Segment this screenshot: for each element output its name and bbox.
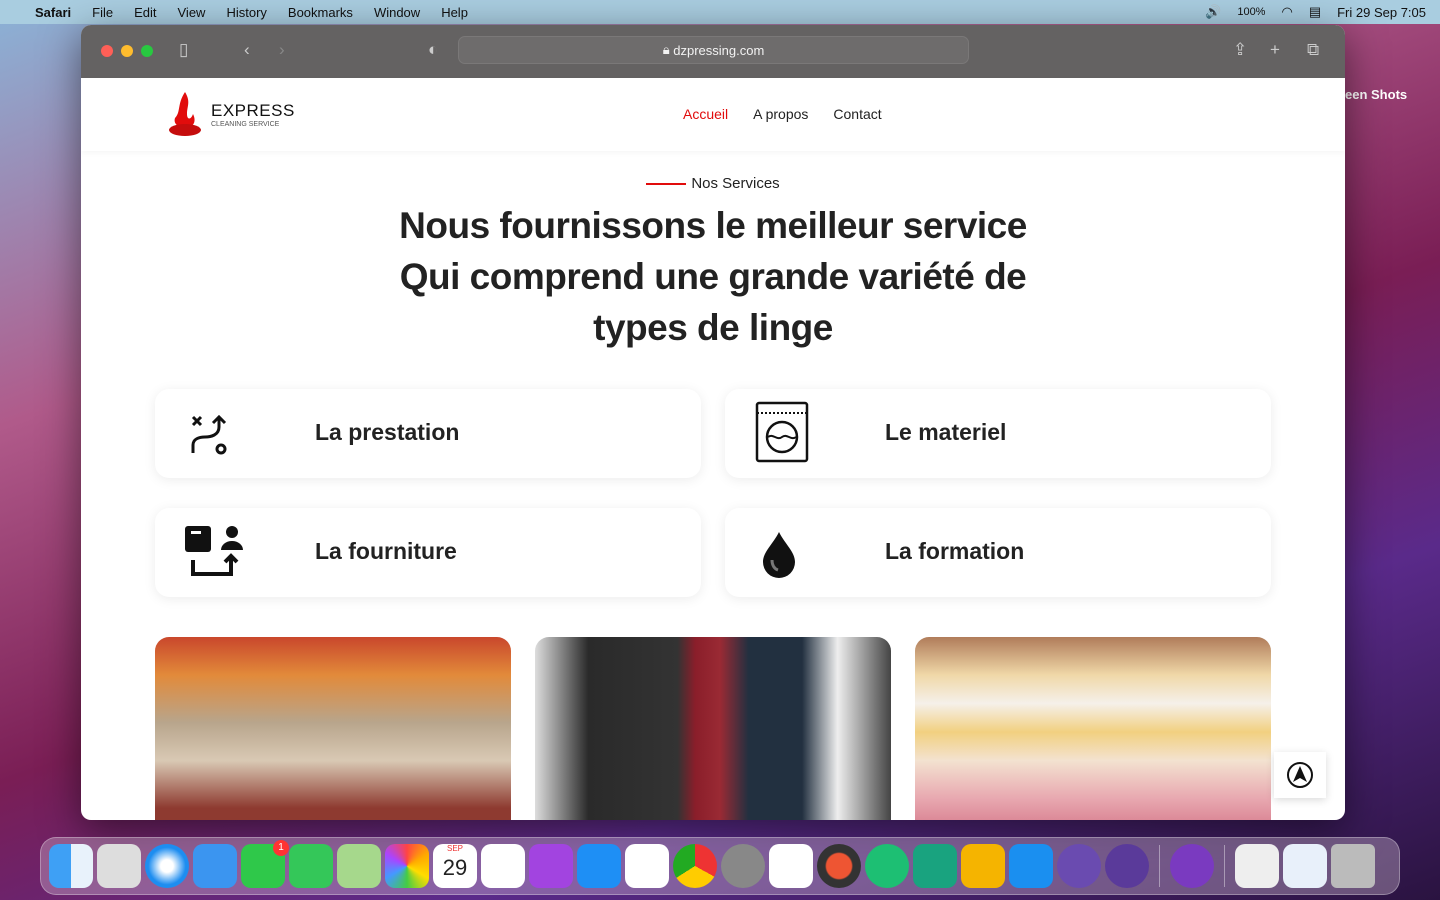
trash-icon[interactable]	[1331, 844, 1375, 888]
back-icon[interactable]: ‹	[244, 40, 250, 60]
photo-rugs-room[interactable]	[535, 637, 891, 820]
menu-bar: Safari File Edit View History Bookmarks …	[0, 0, 1440, 24]
service-title: La prestation	[315, 419, 460, 445]
lock-icon: 🔒︎	[662, 42, 674, 57]
menu-file[interactable]: File	[92, 5, 113, 20]
menu-edit[interactable]: Edit	[134, 5, 156, 20]
address-bar[interactable]: 🔒︎ dzpressing.com	[458, 36, 969, 64]
menu-window[interactable]: Window	[374, 5, 420, 20]
dock-separator	[1224, 845, 1225, 887]
service-card-prestation[interactable]: La prestation	[155, 389, 701, 478]
recent-document-icon[interactable]	[1283, 844, 1327, 888]
chrome-icon[interactable]	[673, 844, 717, 888]
nav-a-propos[interactable]: A propos	[753, 106, 808, 122]
menu-history[interactable]: History	[226, 5, 266, 20]
photo-carpets[interactable]	[155, 637, 511, 820]
app-store-icon[interactable]	[577, 844, 621, 888]
photo-folded-linen[interactable]	[915, 637, 1271, 820]
chatgpt-icon[interactable]	[913, 844, 957, 888]
system-settings-icon[interactable]	[721, 844, 765, 888]
podcasts-icon[interactable]	[529, 844, 573, 888]
fiverr-icon[interactable]	[865, 844, 909, 888]
podcast-app-icon[interactable]	[1057, 844, 1101, 888]
screen-recorder-icon[interactable]	[1009, 844, 1053, 888]
control-center-icon[interactable]: ▤	[1309, 4, 1321, 20]
heading-line: Qui comprend une grande variété de	[399, 256, 1027, 297]
service-title: La fourniture	[315, 538, 457, 564]
section-heading: Nous fournissons le meilleur service Qui …	[81, 200, 1345, 353]
service-card-materiel[interactable]: Le materiel	[725, 389, 1271, 478]
facetime-icon[interactable]: 1	[241, 840, 289, 888]
browser-toolbar: ▯ ‹ › ◐ 🔒︎ dzpressing.com ⇪ + ⧉	[81, 25, 1345, 78]
photos-icon[interactable]	[385, 844, 429, 888]
url-text: dzpressing.com	[673, 42, 765, 58]
battery-label[interactable]: 100%	[1237, 6, 1265, 18]
flame-logo-icon	[169, 92, 201, 136]
dock-separator	[1159, 845, 1160, 887]
site-logo[interactable]: EXPRESS CLEANING SERVICE	[167, 90, 295, 138]
close-button[interactable]	[101, 45, 113, 57]
menu-bookmarks[interactable]: Bookmarks	[288, 5, 353, 20]
menu-app-name[interactable]: Safari	[35, 5, 71, 20]
washing-machine-icon	[755, 401, 809, 463]
p-app-icon[interactable]	[1105, 844, 1149, 888]
forward-icon[interactable]: ›	[279, 40, 285, 60]
dock: 1 SEP 29	[40, 837, 1400, 895]
calendar-icon[interactable]: SEP 29	[433, 844, 477, 888]
section-label-text: Nos Services	[691, 175, 780, 192]
calendar-day: 29	[442, 855, 468, 880]
nav-accueil[interactable]: Accueil	[683, 106, 728, 122]
recent-document-icon[interactable]	[1235, 844, 1279, 888]
gmail-icon[interactable]	[481, 844, 525, 888]
desktop-folder-label[interactable]: een Shots	[1345, 87, 1407, 102]
service-title: La formation	[885, 538, 1025, 564]
drop-icon	[763, 532, 795, 578]
maps-icon[interactable]	[337, 844, 381, 888]
safari-window: ▯ ‹ › ◐ 🔒︎ dzpressing.com ⇪ + ⧉ EXPRESS C…	[81, 25, 1345, 820]
sidebar-icon[interactable]: ▯	[179, 40, 188, 60]
mail-icon[interactable]	[193, 844, 237, 888]
calendar-month: SEP	[446, 844, 463, 853]
accent-line	[646, 183, 687, 186]
launchpad-icon[interactable]	[97, 844, 141, 888]
arrow-up-icon	[1287, 762, 1313, 788]
clock[interactable]: Fri 29 Sep 7:05	[1337, 5, 1426, 20]
section-label: Nos Services	[81, 175, 1345, 192]
wifi-icon[interactable]: ◠	[1281, 4, 1292, 20]
logo-subtitle: CLEANING SERVICE	[211, 120, 280, 128]
safari-icon[interactable]	[145, 844, 189, 888]
disk-utility-icon[interactable]	[1170, 844, 1214, 888]
finder-icon[interactable]	[49, 844, 93, 888]
shield-icon[interactable]: ◐	[428, 40, 438, 60]
delivery-icon	[185, 526, 243, 576]
facetime-badge: 1	[273, 840, 289, 856]
messenger-icon[interactable]	[625, 844, 669, 888]
logo-title: EXPRESS	[211, 100, 295, 120]
tabs-overview-icon[interactable]: ⧉	[1307, 40, 1319, 60]
volume-icon[interactable]: 🔊	[1205, 4, 1221, 20]
service-title: Le materiel	[885, 419, 1007, 445]
scroll-to-top-button[interactable]	[1274, 752, 1326, 798]
service-card-formation[interactable]: La formation	[725, 508, 1271, 597]
share-icon[interactable]: ⇪	[1233, 40, 1247, 60]
heading-line: Nous fournissons le meilleur service	[399, 205, 1027, 246]
new-tab-icon[interactable]: +	[1270, 40, 1280, 60]
route-icon	[191, 414, 227, 455]
site-header: EXPRESS CLEANING SERVICE Accueil A propos…	[81, 78, 1345, 151]
record-app-icon[interactable]	[817, 844, 861, 888]
vscode-icon[interactable]	[769, 844, 813, 888]
app-5-icon[interactable]	[961, 844, 1005, 888]
zoom-button[interactable]	[141, 45, 153, 57]
messages-icon[interactable]	[289, 844, 333, 888]
nav-contact[interactable]: Contact	[833, 106, 881, 122]
minimize-button[interactable]	[121, 45, 133, 57]
menu-view[interactable]: View	[178, 5, 206, 20]
service-card-fourniture[interactable]: La fourniture	[155, 508, 701, 597]
menu-help[interactable]: Help	[441, 5, 468, 20]
heading-line: types de linge	[593, 307, 833, 348]
